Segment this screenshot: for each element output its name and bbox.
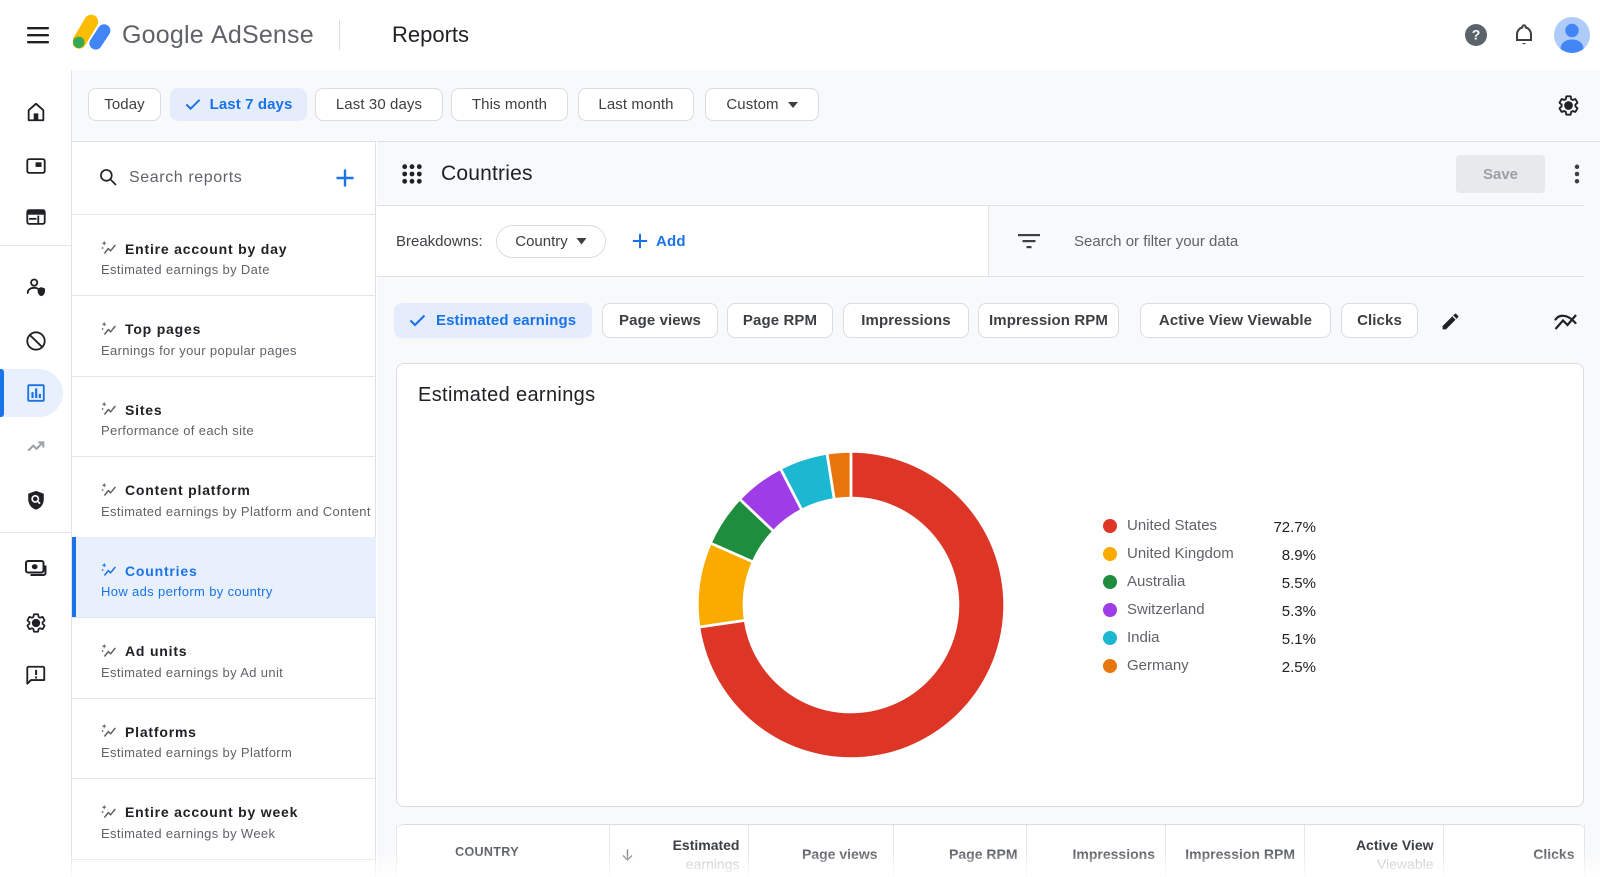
svg-text:?: ?	[1472, 27, 1481, 43]
